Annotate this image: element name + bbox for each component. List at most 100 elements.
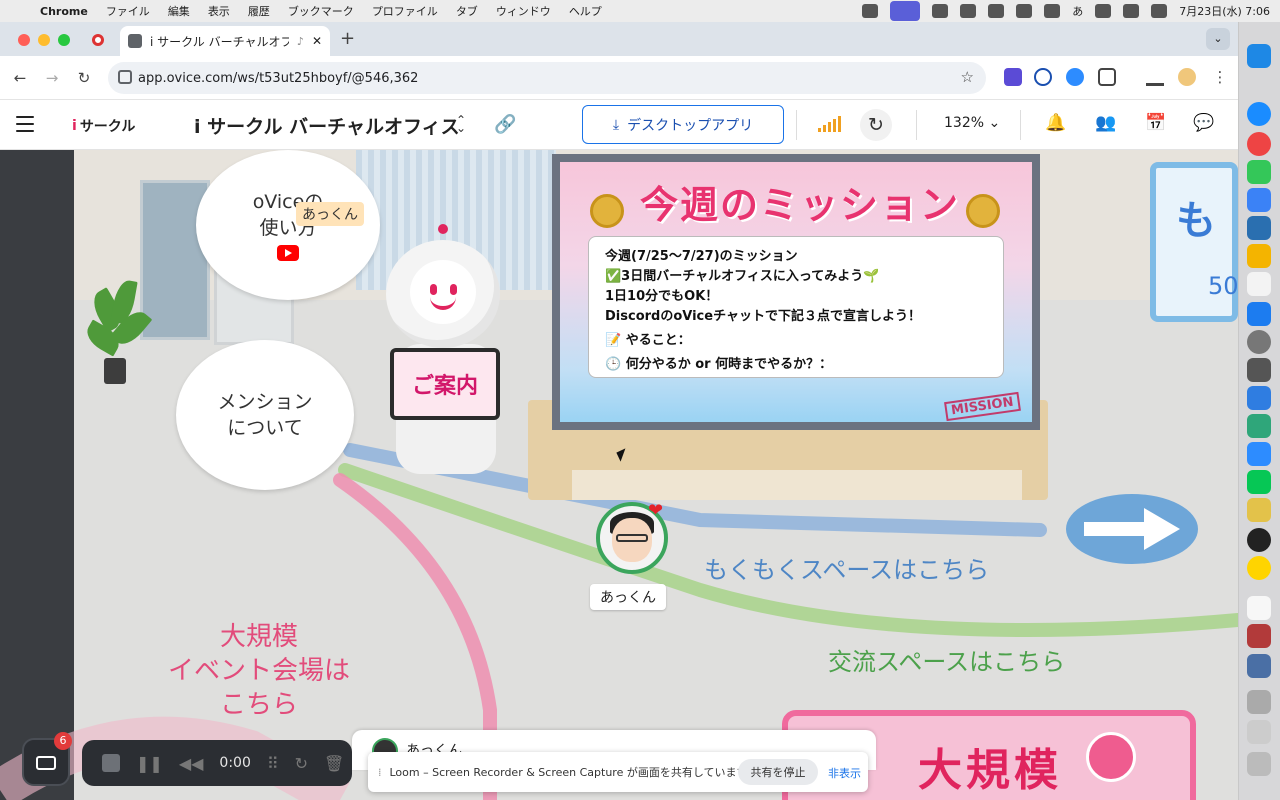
zoom-extension-icon[interactable]	[1066, 68, 1084, 86]
volume-icon[interactable]	[1044, 4, 1061, 18]
chat-icon[interactable]: 💬	[1192, 113, 1216, 137]
copy-link-icon[interactable]: 🔗	[494, 114, 516, 135]
desktop-app-button[interactable]: ⤓ デスクトップアプリ	[582, 105, 784, 144]
rewind-icon[interactable]: ◀◀	[179, 754, 204, 773]
photos-icon[interactable]	[1247, 244, 1271, 268]
system-settings-icon[interactable]	[1247, 330, 1271, 354]
microphone-status-icon[interactable]	[862, 4, 879, 18]
chrome-tab-strip: i サークル バーチャルオフィ ♪ ✕ + ⌄	[0, 22, 1238, 56]
drag-handle-icon[interactable]: ⠿	[267, 754, 279, 773]
restart-icon[interactable]: ↻	[295, 754, 308, 773]
bell-icon[interactable]: 🔔	[1044, 113, 1068, 137]
trash-icon[interactable]	[1247, 752, 1271, 776]
menu-tab[interactable]: タブ	[456, 3, 478, 19]
iphone-mirroring-icon[interactable]	[1247, 358, 1271, 382]
tab-close-icon[interactable]: ✕	[312, 34, 322, 48]
menu-window[interactable]: ウィンドウ	[496, 3, 551, 19]
connection-signal-icon[interactable]	[818, 116, 841, 132]
site-info-icon[interactable]	[118, 70, 132, 84]
downloads-stack-icon[interactable]	[1247, 690, 1271, 714]
profile-avatar-icon[interactable]	[1178, 68, 1196, 86]
app-store-icon[interactable]	[1247, 302, 1271, 326]
drag-handle-icon[interactable]: ⁞	[378, 766, 382, 779]
play-icon[interactable]	[1016, 4, 1033, 18]
trash-icon[interactable]: 🗑	[324, 754, 344, 773]
script-editor-icon[interactable]	[988, 4, 1005, 18]
menu-app-name[interactable]: Chrome	[40, 5, 88, 18]
mail-icon[interactable]	[1247, 188, 1271, 212]
extension-badge-icon[interactable]	[1004, 68, 1022, 86]
openai-icon[interactable]	[1247, 528, 1271, 552]
refresh-space-icon[interactable]: ↻	[860, 109, 892, 141]
space-switcher-chevron-icon[interactable]: ⌃ ⌄	[456, 114, 466, 134]
reload-icon[interactable]: ↻	[68, 69, 100, 87]
messages-icon[interactable]	[1247, 160, 1271, 184]
zoom-menubar-icon[interactable]	[960, 4, 977, 18]
forward-arrow-icon[interactable]: →	[36, 69, 68, 87]
hamburger-menu-icon[interactable]	[16, 116, 34, 132]
mokumoku-room[interactable]: も 50	[1150, 162, 1238, 322]
photo-booth-icon[interactable]	[1247, 216, 1271, 240]
chrome-menu-icon[interactable]: ⋮	[1204, 68, 1236, 86]
download-icon[interactable]	[1146, 68, 1164, 86]
space-name[interactable]: i サークル バーチャルオフィス	[194, 112, 460, 139]
ovice-map[interactable]: oViceの 使い方 あっくん メンション について ご案内 今週のミッション …	[0, 150, 1238, 800]
calendar-icon[interactable]: 📅	[1144, 113, 1168, 137]
app-icon[interactable]	[1247, 556, 1271, 580]
bookmark-star-icon[interactable]: ☆	[961, 68, 974, 86]
hide-banner-link[interactable]: 非表示	[828, 765, 861, 781]
close-window-icon[interactable]	[18, 34, 30, 46]
extensions-puzzle-icon[interactable]	[1098, 68, 1116, 86]
tab-search-icon[interactable]: ⌄	[1206, 28, 1230, 50]
download-icon: ⤓	[612, 116, 620, 133]
tab-ovice[interactable]: i サークル バーチャルオフィ ♪ ✕	[120, 26, 330, 56]
textedit-icon[interactable]	[1247, 596, 1271, 620]
password-manager-icon[interactable]	[1034, 68, 1052, 86]
menu-history[interactable]: 履歴	[248, 3, 270, 19]
robot-tablet[interactable]: ご案内	[390, 348, 500, 420]
finder-icon[interactable]	[1247, 44, 1271, 68]
pause-icon[interactable]: ❚❚	[136, 754, 163, 773]
medal-icon	[966, 194, 1000, 228]
zoom-level-dropdown[interactable]: 132% ⌄	[944, 115, 1000, 131]
zoom-app-icon[interactable]	[1247, 442, 1271, 466]
screen-mirroring-icon[interactable]	[890, 1, 921, 21]
tab-audio-icon[interactable]: ♪	[297, 35, 304, 48]
app-icon[interactable]	[1247, 498, 1271, 522]
back-arrow-icon[interactable]: ←	[4, 69, 36, 87]
menu-profiles[interactable]: プロファイル	[372, 3, 438, 19]
app-icon[interactable]	[1247, 386, 1271, 410]
menubar-clock[interactable]: 7月23日(水) 7:06	[1179, 3, 1270, 19]
notes-icon[interactable]	[1247, 272, 1271, 296]
new-tab-button[interactable]: +	[340, 28, 355, 49]
stop-recording-button[interactable]	[102, 754, 120, 772]
menu-view[interactable]: 表示	[208, 3, 230, 19]
app-icon[interactable]	[1247, 654, 1271, 678]
dictionary-icon[interactable]	[1247, 624, 1271, 648]
app-icon[interactable]	[1247, 720, 1271, 744]
circle-logo[interactable]: i サークル	[72, 116, 135, 136]
guide-robot[interactable]	[386, 240, 500, 348]
control-center-icon[interactable]	[1151, 4, 1168, 18]
address-bar[interactable]: app.ovice.com/ws/t53ut25hboyf/@546,362 ☆	[108, 62, 986, 94]
recording-indicator-icon[interactable]	[92, 34, 104, 46]
line-app-icon[interactable]	[1247, 470, 1271, 494]
line-menubar-icon[interactable]	[932, 4, 949, 18]
mention-bubble[interactable]: メンション について	[176, 340, 354, 490]
menu-bookmarks[interactable]: ブックマーク	[288, 3, 354, 19]
minimize-window-icon[interactable]	[38, 34, 50, 46]
safari-icon[interactable]	[1247, 102, 1271, 126]
menu-help[interactable]: ヘルプ	[569, 3, 602, 19]
chrome-icon[interactable]	[1247, 132, 1271, 156]
menu-file[interactable]: ファイル	[106, 3, 150, 19]
spotlight-search-icon[interactable]	[1123, 4, 1140, 18]
stop-sharing-button[interactable]: 共有を停止	[738, 759, 818, 785]
members-icon[interactable]: 👥	[1094, 113, 1118, 137]
app-icon[interactable]	[1247, 414, 1271, 438]
mission-board[interactable]: 今週のミッション 今週(7/25〜7/27)のミッション ✅3日間バーチャルオフ…	[552, 154, 1040, 430]
maximize-window-icon[interactable]	[58, 34, 70, 46]
wifi-icon[interactable]	[1095, 4, 1112, 18]
menu-edit[interactable]: 編集	[168, 3, 190, 19]
chrome-toolbar: ← → ↻ app.ovice.com/ws/t53ut25hboyf/@546…	[0, 56, 1238, 100]
input-method-icon[interactable]: あ	[1072, 3, 1083, 19]
